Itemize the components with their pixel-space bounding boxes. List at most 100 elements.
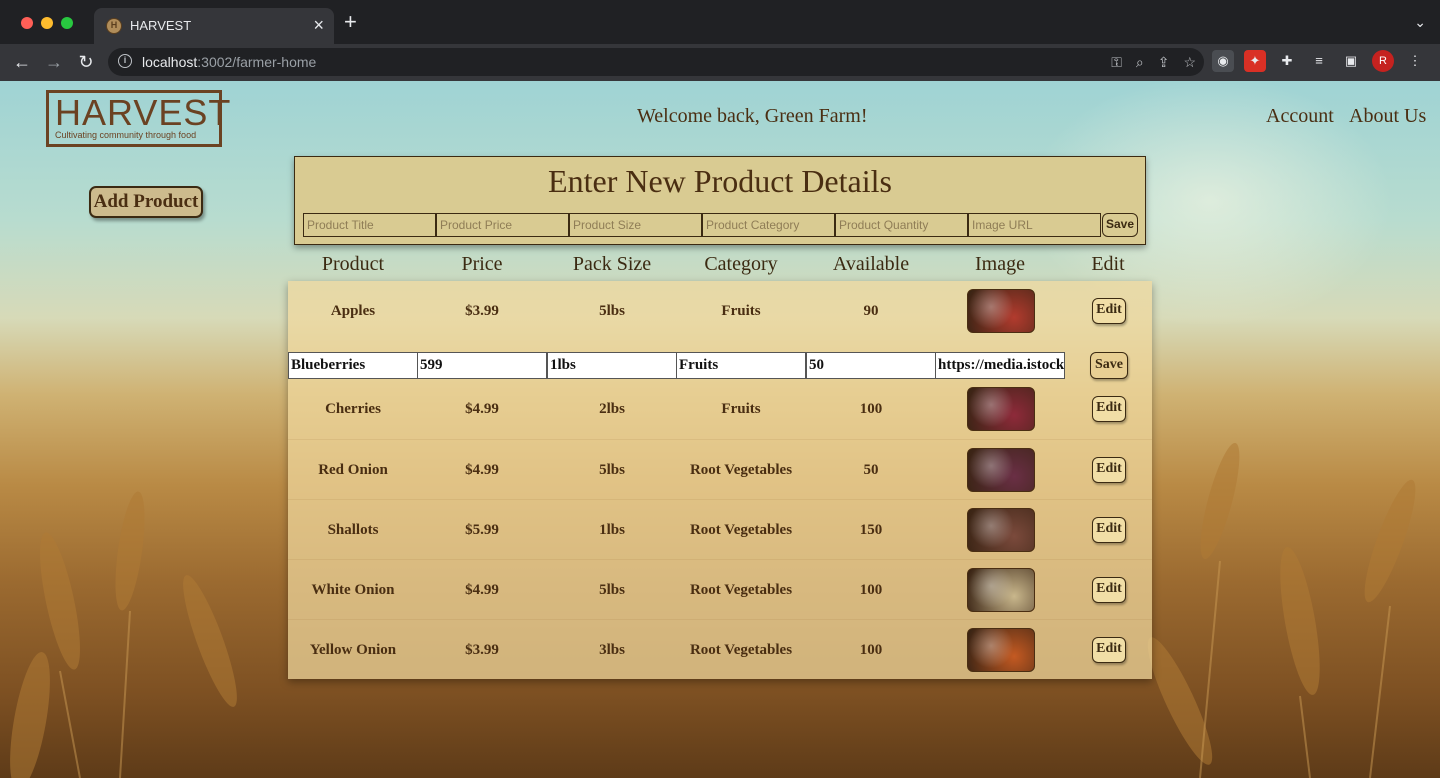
new-product-save-button[interactable]: Save bbox=[1102, 213, 1138, 237]
address-bar[interactable]: i localhost:3002/farmer-home ⚿ ⌕ ⇪ ☆ bbox=[108, 48, 1204, 76]
product-price-input[interactable] bbox=[436, 213, 569, 237]
edit-row-save-button[interactable]: Save bbox=[1090, 352, 1128, 379]
harvest-favicon-icon: H bbox=[106, 18, 122, 34]
logo-title: HARVEST bbox=[55, 92, 232, 133]
farmer-home-page: HARVEST Cultivating community through fo… bbox=[0, 81, 1440, 778]
edit-button[interactable]: Edit bbox=[1092, 298, 1126, 324]
product-pack-size: 5lbs bbox=[599, 462, 625, 478]
add-product-button[interactable]: Add Product bbox=[89, 186, 203, 218]
product-price: $4.99 bbox=[465, 462, 499, 478]
edit-product-price-input[interactable] bbox=[417, 352, 547, 379]
side-panel-icon[interactable]: ▣ bbox=[1340, 50, 1362, 72]
nav-account-link[interactable]: Account bbox=[1266, 105, 1334, 128]
product-price: $3.99 bbox=[465, 303, 499, 319]
product-image bbox=[967, 568, 1035, 612]
edit-pack-size-input[interactable] bbox=[547, 352, 677, 379]
tab-search-chevron-icon[interactable]: ⌄ bbox=[1414, 14, 1426, 31]
image-url-input[interactable] bbox=[968, 213, 1101, 237]
product-name: Red Onion bbox=[318, 462, 388, 478]
product-image bbox=[967, 628, 1035, 672]
table-row: Yellow Onion $3.99 3lbs Root Vegetables … bbox=[288, 619, 1152, 679]
edit-button[interactable]: Edit bbox=[1092, 396, 1126, 422]
new-tab-icon[interactable]: + bbox=[344, 11, 357, 33]
product-category: Root Vegetables bbox=[689, 642, 793, 658]
product-image bbox=[967, 508, 1035, 552]
product-table-header: Product Price Pack Size Category Availab… bbox=[288, 253, 1152, 281]
tab-title: HARVEST bbox=[130, 18, 192, 33]
browser-toolbar: ← → ↻ i localhost:3002/farmer-home ⚿ ⌕ ⇪… bbox=[0, 44, 1440, 81]
new-product-form: Enter New Product Details Save bbox=[294, 156, 1146, 245]
harvest-logo[interactable]: HARVEST Cultivating community through fo… bbox=[46, 90, 230, 147]
product-image bbox=[967, 387, 1035, 431]
product-image bbox=[967, 448, 1035, 492]
browser-menu-icon[interactable]: ⋮ bbox=[1404, 50, 1426, 72]
column-header-pack-size: Pack Size bbox=[572, 253, 652, 275]
product-size-input[interactable] bbox=[569, 213, 702, 237]
new-product-title: Enter New Product Details bbox=[548, 163, 892, 199]
product-name: White Onion bbox=[311, 582, 395, 598]
product-name: Yellow Onion bbox=[309, 642, 397, 658]
zoom-icon[interactable]: ⌕ bbox=[1136, 52, 1144, 72]
product-available: 150 bbox=[859, 522, 883, 538]
table-row: Cherries $4.99 2lbs Fruits 100 Edit bbox=[288, 379, 1152, 439]
product-category: Fruits bbox=[721, 401, 761, 417]
product-image bbox=[967, 289, 1035, 333]
edit-product-name-input[interactable] bbox=[288, 352, 418, 379]
product-available: 90 bbox=[863, 303, 879, 319]
product-pack-size: 1lbs bbox=[599, 522, 625, 538]
welcome-message: Welcome back, Green Farm! bbox=[637, 105, 868, 127]
column-header-edit: Edit bbox=[1091, 253, 1125, 275]
minimize-window-button[interactable] bbox=[41, 17, 53, 29]
key-icon[interactable]: ⚿ bbox=[1111, 52, 1122, 72]
extensions-puzzle-icon[interactable]: ✚ bbox=[1276, 50, 1298, 72]
product-price: $4.99 bbox=[465, 582, 499, 598]
product-available: 100 bbox=[859, 642, 883, 658]
forward-arrow-icon[interactable]: → bbox=[42, 50, 66, 74]
edit-available-input[interactable] bbox=[806, 352, 936, 379]
share-icon[interactable]: ⇪ bbox=[1158, 52, 1170, 72]
maximize-window-button[interactable] bbox=[61, 17, 73, 29]
nav-about-us-link[interactable]: About Us bbox=[1349, 105, 1426, 128]
product-pack-size: 3lbs bbox=[599, 642, 625, 658]
product-name: Shallots bbox=[327, 522, 379, 538]
close-window-button[interactable] bbox=[21, 17, 33, 29]
product-category-input[interactable] bbox=[702, 213, 835, 237]
editing-table-row: Save bbox=[288, 351, 1152, 381]
profile-avatar[interactable]: R bbox=[1372, 50, 1394, 72]
media-queue-icon[interactable]: ≡ bbox=[1308, 50, 1330, 72]
edit-image-url-input[interactable] bbox=[935, 352, 1065, 379]
extension-red-icon[interactable]: ✦ bbox=[1244, 50, 1266, 72]
url-text[interactable]: localhost:3002/farmer-home bbox=[142, 54, 316, 70]
column-header-available: Available bbox=[832, 253, 910, 275]
table-row: Apples $3.99 5lbs Fruits 90 Edit bbox=[288, 281, 1152, 341]
product-price: $3.99 bbox=[465, 642, 499, 658]
product-quantity-input[interactable] bbox=[835, 213, 968, 237]
product-table-body: Apples $3.99 5lbs Fruits 90 Edit Save Ch… bbox=[288, 281, 1152, 679]
product-price: $5.99 bbox=[465, 522, 499, 538]
edit-button[interactable]: Edit bbox=[1092, 517, 1126, 543]
edit-button[interactable]: Edit bbox=[1092, 577, 1126, 603]
extension-eyes-icon[interactable]: ◉ bbox=[1212, 50, 1234, 72]
reload-icon[interactable]: ↻ bbox=[74, 50, 98, 74]
product-pack-size: 2lbs bbox=[599, 401, 625, 417]
column-header-price: Price bbox=[461, 253, 503, 275]
product-title-input[interactable] bbox=[303, 213, 436, 237]
product-pack-size: 5lbs bbox=[599, 303, 625, 319]
edit-category-input[interactable] bbox=[676, 352, 806, 379]
back-arrow-icon[interactable]: ← bbox=[10, 50, 34, 74]
bookmark-star-icon[interactable]: ☆ bbox=[1183, 52, 1196, 72]
browser-tab[interactable]: H HARVEST × bbox=[94, 8, 334, 44]
site-info-icon[interactable]: i bbox=[118, 54, 132, 68]
edit-button[interactable]: Edit bbox=[1092, 637, 1126, 663]
close-tab-icon[interactable]: × bbox=[313, 15, 324, 35]
browser-tab-bar: H HARVEST × + ⌄ bbox=[0, 0, 1440, 44]
product-name: Apples bbox=[330, 303, 376, 319]
product-category: Root Vegetables bbox=[689, 462, 793, 478]
product-price: $4.99 bbox=[465, 401, 499, 417]
product-available: 50 bbox=[863, 462, 879, 478]
edit-button[interactable]: Edit bbox=[1092, 457, 1126, 483]
product-category: Fruits bbox=[721, 303, 761, 319]
product-category: Root Vegetables bbox=[689, 522, 793, 538]
product-available: 100 bbox=[859, 401, 883, 417]
table-row: Shallots $5.99 1lbs Root Vegetables 150 … bbox=[288, 499, 1152, 559]
